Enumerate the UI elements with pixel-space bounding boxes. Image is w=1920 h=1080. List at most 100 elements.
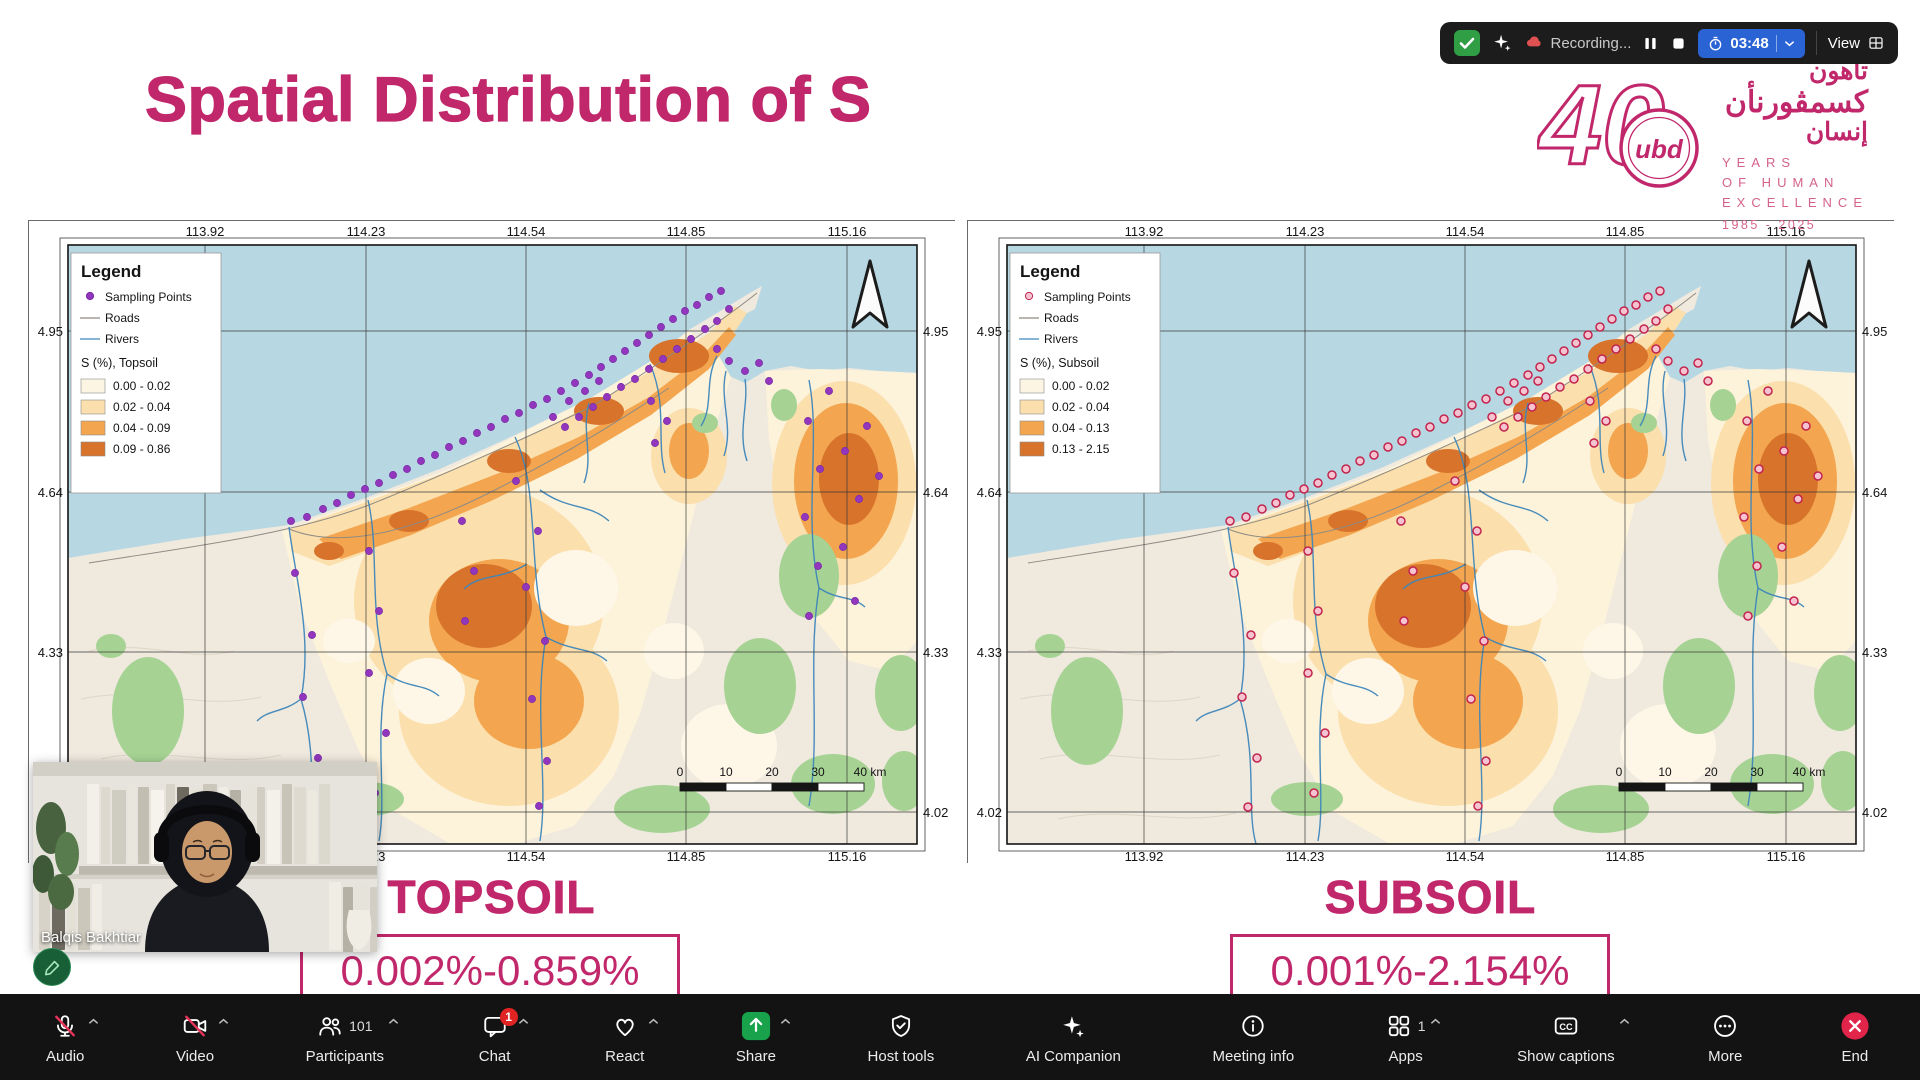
toolbar-end-label: End bbox=[1841, 1048, 1868, 1065]
chevron-up-icon[interactable] bbox=[88, 1018, 99, 1025]
view-label: View bbox=[1828, 35, 1860, 52]
toolbar-participants-button[interactable]: 101 Participants bbox=[294, 994, 396, 1080]
logo-years-line3: EXCELLENCE bbox=[1722, 193, 1868, 213]
zoom-meeting-window: Spatial Distribution of S 40 ubd تاهون ك… bbox=[0, 0, 1920, 1080]
svg-text:0.02 - 0.04: 0.02 - 0.04 bbox=[113, 400, 171, 414]
svg-text:114.85: 114.85 bbox=[1606, 849, 1645, 864]
security-shield-icon[interactable] bbox=[1454, 30, 1480, 56]
meeting-timer[interactable]: 03:48 bbox=[1698, 29, 1804, 58]
toolbar-audio-button[interactable]: Audio bbox=[34, 994, 96, 1080]
svg-text:114.85: 114.85 bbox=[667, 224, 706, 239]
more-icon bbox=[1712, 1013, 1738, 1039]
svg-text:S (%), Subsoil: S (%), Subsoil bbox=[1020, 356, 1099, 370]
svg-text:30: 30 bbox=[811, 765, 825, 779]
toolbar-show-captions-button[interactable]: CCShow captions bbox=[1505, 994, 1627, 1080]
toolbar-react-button[interactable]: React bbox=[593, 994, 656, 1080]
svg-text:113.92: 113.92 bbox=[1125, 849, 1164, 864]
svg-text:115.16: 115.16 bbox=[828, 224, 867, 239]
toolbar-ai-companion-button[interactable]: AI Companion bbox=[1014, 994, 1133, 1080]
subsoil-map: 113.92114.23114.54114.85115.16113.92114.… bbox=[968, 221, 1895, 864]
view-button[interactable]: View bbox=[1828, 35, 1884, 52]
svg-text:4.02: 4.02 bbox=[977, 805, 1002, 820]
subsoil-caption: SUBSOIL bbox=[967, 870, 1894, 924]
view-layout-icon bbox=[1868, 35, 1884, 51]
ubd-40-years-logo: 40 ubd تاهون كسمڤورنأن إنسان YEARS OF HU… bbox=[1537, 58, 1868, 236]
svg-text:4.64: 4.64 bbox=[923, 485, 948, 500]
svg-text:Legend: Legend bbox=[81, 262, 141, 281]
end-icon bbox=[1840, 1011, 1870, 1041]
svg-text:0.00 - 0.02: 0.00 - 0.02 bbox=[113, 379, 171, 393]
participant-name: Balqis Bakhtiar bbox=[41, 929, 141, 946]
map-legend: Legend Sampling Points Roads Rivers S (%… bbox=[71, 253, 221, 493]
camera-icon bbox=[182, 1013, 208, 1039]
chevron-up-icon[interactable] bbox=[648, 1018, 659, 1025]
svg-text:Rivers: Rivers bbox=[1044, 332, 1078, 346]
chevron-up-icon[interactable] bbox=[518, 1018, 529, 1025]
people-icon bbox=[317, 1013, 343, 1039]
svg-text:10: 10 bbox=[1658, 765, 1672, 779]
annotation-pencil-button[interactable] bbox=[33, 948, 71, 986]
svg-text:0.04 - 0.13: 0.04 - 0.13 bbox=[1052, 421, 1110, 435]
toolbar-video-button[interactable]: Video bbox=[164, 994, 226, 1080]
mic-icon bbox=[52, 1013, 78, 1039]
svg-text:4.33: 4.33 bbox=[38, 645, 63, 660]
chevron-up-icon[interactable] bbox=[1430, 1018, 1441, 1025]
self-view-video[interactable]: Balqis Bakhtiar bbox=[33, 762, 377, 952]
svg-text:114.23: 114.23 bbox=[347, 224, 386, 239]
logo-years-line1: YEARS bbox=[1722, 153, 1868, 173]
svg-text:0.04 - 0.09: 0.04 - 0.09 bbox=[113, 421, 171, 435]
svg-text:4.64: 4.64 bbox=[38, 485, 63, 500]
toolbar-participants-label: Participants bbox=[306, 1048, 384, 1065]
svg-text:114.85: 114.85 bbox=[667, 849, 706, 864]
toolbar-participants-count: 101 bbox=[349, 1018, 372, 1034]
toolbar-chat-button[interactable]: Chat1 bbox=[464, 994, 526, 1080]
chevron-up-icon[interactable] bbox=[218, 1018, 229, 1025]
svg-text:0: 0 bbox=[1616, 765, 1623, 779]
logo-arabic-text: تاهون كسمڤورنأن إنسان bbox=[1725, 58, 1868, 146]
svg-text:0.13 - 2.15: 0.13 - 2.15 bbox=[1052, 442, 1110, 456]
pause-recording-button[interactable] bbox=[1642, 35, 1659, 52]
recording-status-text: Recording... bbox=[1551, 35, 1632, 52]
logo-40-mark: 40 ubd bbox=[1537, 58, 1712, 193]
subsoil-map-panel: 113.92114.23114.54114.85115.16113.92114.… bbox=[967, 220, 1894, 863]
svg-text:0.02 - 0.04: 0.02 - 0.04 bbox=[1052, 400, 1110, 414]
toolbar-apps-button[interactable]: 1 Apps bbox=[1374, 994, 1438, 1080]
svg-text:115.16: 115.16 bbox=[1767, 849, 1806, 864]
svg-text:4.95: 4.95 bbox=[38, 324, 63, 339]
svg-text:Legend: Legend bbox=[1020, 262, 1080, 281]
toolbar-meeting-info-button[interactable]: Meeting info bbox=[1200, 994, 1306, 1080]
svg-text:4.33: 4.33 bbox=[977, 645, 1002, 660]
toolbar-more-label: More bbox=[1708, 1048, 1742, 1065]
stop-recording-button[interactable] bbox=[1670, 35, 1687, 52]
webcam-art bbox=[33, 762, 377, 952]
svg-text:4.33: 4.33 bbox=[1862, 645, 1887, 660]
toolbar-show-captions-label: Show captions bbox=[1517, 1048, 1615, 1065]
svg-text:4.95: 4.95 bbox=[1862, 324, 1887, 339]
chevron-down-icon[interactable] bbox=[1784, 40, 1795, 47]
pencil-icon bbox=[43, 958, 62, 977]
svg-text:10: 10 bbox=[719, 765, 733, 779]
toolbar-host-tools-button[interactable]: Host tools bbox=[856, 994, 947, 1080]
logo-year-range: 1985 - 2025 bbox=[1722, 216, 1868, 235]
svg-text:4.02: 4.02 bbox=[1862, 805, 1887, 820]
logo-ubd-text: ubd bbox=[1635, 134, 1684, 164]
chevron-up-icon[interactable] bbox=[780, 1018, 791, 1025]
svg-text:Roads: Roads bbox=[1044, 311, 1079, 325]
svg-text:4.64: 4.64 bbox=[977, 485, 1002, 500]
toolbar-share-button[interactable]: Share bbox=[724, 994, 788, 1080]
svg-text:0: 0 bbox=[677, 765, 684, 779]
toolbar-apps-label: Apps bbox=[1389, 1048, 1423, 1065]
svg-text:114.54: 114.54 bbox=[1446, 849, 1485, 864]
toolbar-more-button[interactable]: More bbox=[1694, 994, 1756, 1080]
toolbar-chat-badge: 1 bbox=[500, 1008, 518, 1026]
toolbar-apps-count: 1 bbox=[1418, 1018, 1426, 1034]
toolbar-end-button[interactable]: End bbox=[1824, 994, 1886, 1080]
svg-text:4.95: 4.95 bbox=[923, 324, 948, 339]
toolbar-share-label: Share bbox=[736, 1048, 776, 1065]
cloud-recording-icon bbox=[1524, 33, 1544, 53]
chevron-up-icon[interactable] bbox=[1619, 1018, 1630, 1025]
chevron-up-icon[interactable] bbox=[388, 1018, 399, 1025]
svg-text:4.33: 4.33 bbox=[923, 645, 948, 660]
ai-sparkle-icon[interactable] bbox=[1491, 32, 1513, 54]
statusbar-divider bbox=[1816, 31, 1817, 55]
